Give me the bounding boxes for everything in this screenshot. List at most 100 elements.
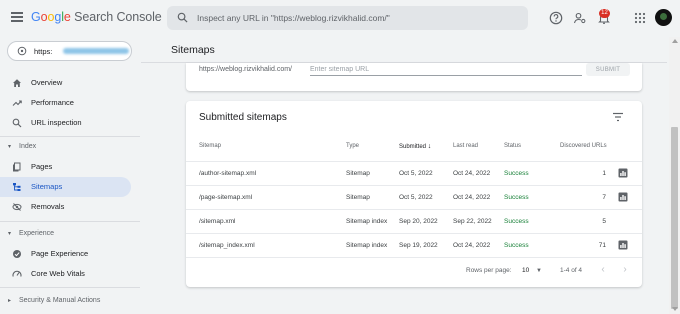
sitemap-icon [13,183,21,191]
notification-badge: 12 [599,9,610,18]
cell-sitemap: /sitemap_index.xml [199,242,255,249]
expand-caret-icon: ▸ [8,298,12,304]
sidebar-item-performance[interactable]: Performance [0,93,131,113]
cell-type: Sitemap [346,170,370,177]
cell-status: Success [504,194,529,201]
scroll-down-arrow-icon[interactable] [672,307,678,311]
search-input[interactable] [197,9,517,27]
removals-icon [12,203,22,211]
top-app-bar: Google Search Console 12 [0,0,680,37]
submit-button[interactable]: SUBMIT [586,63,630,76]
help-icon[interactable] [549,11,563,25]
cell-submitted: Oct 5, 2022 [399,194,433,201]
apps-icon[interactable] [633,11,647,25]
cell-discovered-urls: 7 [602,194,606,201]
url-inspection-search[interactable] [167,6,528,30]
column-header-submitted[interactable]: Submitted ↓ [399,143,431,150]
divider [0,221,140,222]
cell-last-read: Oct 24, 2022 [453,194,491,201]
sitemap-url-input[interactable] [310,64,582,76]
column-header-last-read[interactable]: Last read [453,143,478,149]
search-icon [12,118,22,128]
sidebar-item-url-inspection[interactable]: URL inspection [0,113,131,133]
bar-chart-icon[interactable] [618,192,628,202]
previous-page-button[interactable]: ‹ [597,264,609,276]
cell-discovered-urls: 5 [602,218,606,225]
sidebar-item-sitemaps[interactable]: Sitemaps [0,177,131,197]
sitemap-url-prefix: https://weblog.rizvikhalid.com/ [199,66,292,73]
section-index[interactable]: ▾ Index [0,140,131,154]
collapse-caret-icon: ▾ [8,231,12,237]
dropdown-arrow-icon: ▼ [536,268,542,274]
column-header-type[interactable]: Type [346,143,359,149]
cell-type: Sitemap index [346,242,388,249]
cell-status: Success [504,218,529,225]
home-icon [13,79,21,87]
rows-per-page-label: Rows per page: [466,267,512,274]
cell-submitted: Sep 20, 2022 [399,218,438,225]
section-experience[interactable]: ▾ Experience [0,227,131,241]
avatar[interactable] [655,9,672,26]
next-page-button[interactable]: › [619,264,631,276]
cell-submitted: Sep 19, 2022 [399,242,438,249]
menu-icon[interactable] [11,12,23,22]
divider [0,287,140,288]
column-header-label: Submitted [399,144,427,150]
pages-icon [13,162,21,172]
cell-sitemap: /page-sitemap.xml [199,194,253,201]
scrollbar-thumb[interactable] [671,127,678,309]
add-sitemap-card: https://weblog.rizvikhalid.com/ SUBMIT [186,63,642,91]
scroll-up-arrow-icon[interactable] [672,39,678,43]
sidebar-nav: https: Overview Performance URL inspecti… [0,37,140,314]
bar-chart-icon[interactable] [618,168,628,178]
sidebar-item-label: Page Experience [31,249,89,258]
property-icon [17,46,27,56]
sidebar-item-label: Core Web Vitals [31,269,85,278]
page-experience-icon [13,250,21,258]
scrollbar[interactable] [669,37,680,314]
table-row[interactable]: /author-sitemap.xml Sitemap Oct 5, 2022 … [186,161,642,184]
table-row[interactable]: /page-sitemap.xml Sitemap Oct 5, 2022 Oc… [186,185,642,208]
rows-per-page-value: 10 [522,267,530,274]
divider [186,257,642,258]
cell-sitemap: /author-sitemap.xml [199,170,257,177]
column-header-status[interactable]: Status [504,143,521,149]
sidebar-item-page-experience[interactable]: Page Experience [0,244,131,264]
manage-users-icon[interactable] [573,11,587,25]
cell-type: Sitemap [346,194,370,201]
sidebar-item-label: Overview [31,78,63,87]
filter-icon[interactable] [612,112,624,122]
cell-type: Sitemap index [346,218,388,225]
section-security[interactable]: ▸ Security & Manual Actions [0,294,131,308]
collapse-caret-icon: ▾ [8,144,12,150]
section-label: Index [19,143,37,150]
sidebar-item-removals[interactable]: Removals [0,197,131,217]
property-url-redacted [63,48,129,54]
cell-sitemap: /sitemap.xml [199,218,236,225]
property-selector[interactable]: https: [7,41,132,61]
sidebar-item-label: Removals [31,202,65,211]
sidebar-item-label: Pages [31,162,53,171]
search-icon [177,12,188,23]
bar-chart-icon[interactable] [618,240,628,250]
sidebar-item-core-web-vitals[interactable]: Core Web Vitals [0,264,131,284]
product-logo[interactable]: Google Search Console [31,10,162,24]
card-title: Submitted sitemaps [199,112,287,123]
cell-discovered-urls: 71 [598,242,606,249]
speed-icon [12,270,22,277]
sidebar-item-label: Sitemaps [31,182,63,191]
page-title: Sitemaps [171,44,215,56]
table-row[interactable]: /sitemap_index.xml Sitemap index Sep 19,… [186,233,642,256]
cell-last-read: Sep 22, 2022 [453,218,492,225]
pagination-range: 1-4 of 4 [560,267,583,274]
cell-last-read: Oct 24, 2022 [453,170,491,177]
table-row[interactable]: /sitemap.xml Sitemap index Sep 20, 2022 … [186,209,642,232]
column-header-discovered-urls[interactable]: Discovered URLs [560,143,607,149]
cell-status: Success [504,170,529,177]
column-header-sitemap[interactable]: Sitemap [199,143,221,149]
sidebar-item-overview[interactable]: Overview [0,73,131,93]
cell-discovered-urls: 1 [602,170,606,177]
sidebar-item-label: URL inspection [31,118,82,127]
rows-per-page-select[interactable]: 10 ▼ [520,265,546,277]
sidebar-item-pages[interactable]: Pages [0,157,131,177]
